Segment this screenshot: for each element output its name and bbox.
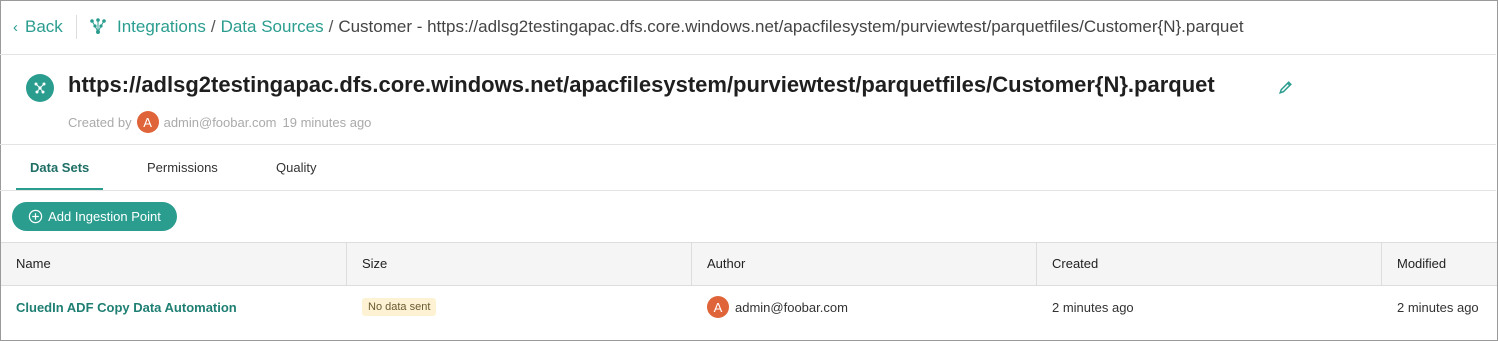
page-title: https://adlsg2testingapac.dfs.core.windo… <box>68 72 1215 97</box>
status-badge: No data sent <box>362 298 437 316</box>
breadcrumb-integrations[interactable]: Integrations <box>117 17 206 37</box>
breadcrumb-data-sources[interactable]: Data Sources <box>221 17 324 37</box>
add-ingestion-point-button[interactable]: Add Ingestion Point <box>12 202 177 231</box>
column-header-created[interactable]: Created <box>1037 243 1382 285</box>
tab-permissions[interactable]: Permissions <box>147 145 218 190</box>
dataset-name-link[interactable]: CluedIn ADF Copy Data Automation <box>1 285 347 329</box>
author-cell: A admin@foobar.com <box>692 285 1037 329</box>
column-header-modified[interactable]: Modified <box>1382 243 1497 285</box>
breadcrumb-separator: / <box>210 17 216 36</box>
created-meta: Created by A admin@foobar.com 19 minutes… <box>68 111 371 133</box>
modified-cell: 2 minutes ago <box>1397 299 1479 315</box>
top-bar: ‹ Back Integrations / Data Sources / Cus… <box>0 0 1496 55</box>
breadcrumb-current: Customer - https://adlsg2testingapac.dfs… <box>338 17 1244 36</box>
breadcrumb-separator: / <box>328 17 334 36</box>
avatar: A <box>136 111 159 133</box>
created-by-user: admin@foobar.com <box>163 114 277 130</box>
table-row[interactable]: CluedIn ADF Copy Data Automation No data… <box>1 285 1497 329</box>
table-header: Name Size Author Created Modified <box>1 242 1497 286</box>
add-ingestion-point-label: Add Ingestion Point <box>48 209 161 224</box>
size-cell: No data sent <box>347 285 692 329</box>
created-by-label: Created by <box>68 114 132 130</box>
tab-bar: Data Sets Permissions Quality <box>0 145 1496 191</box>
column-header-size[interactable]: Size <box>347 243 692 285</box>
chevron-left-icon: ‹ <box>13 18 18 36</box>
created-cell: 2 minutes ago <box>1052 299 1134 315</box>
avatar: A <box>707 296 729 318</box>
back-label: Back <box>25 17 63 36</box>
integrations-icon <box>90 18 106 34</box>
created-time: 19 minutes ago <box>282 114 372 130</box>
column-header-name[interactable]: Name <box>1 243 347 285</box>
column-header-author[interactable]: Author <box>692 243 1037 285</box>
pencil-icon[interactable] <box>1277 79 1294 96</box>
tab-data-sets[interactable]: Data Sets <box>16 145 104 190</box>
plus-circle-icon <box>28 209 43 224</box>
tab-quality[interactable]: Quality <box>276 145 316 190</box>
data-source-icon <box>26 74 54 102</box>
divider <box>76 15 77 39</box>
back-link[interactable]: ‹ Back <box>13 17 63 37</box>
author-name: admin@foobar.com <box>735 299 848 315</box>
breadcrumb: Integrations / Data Sources / Customer -… <box>88 17 1244 37</box>
